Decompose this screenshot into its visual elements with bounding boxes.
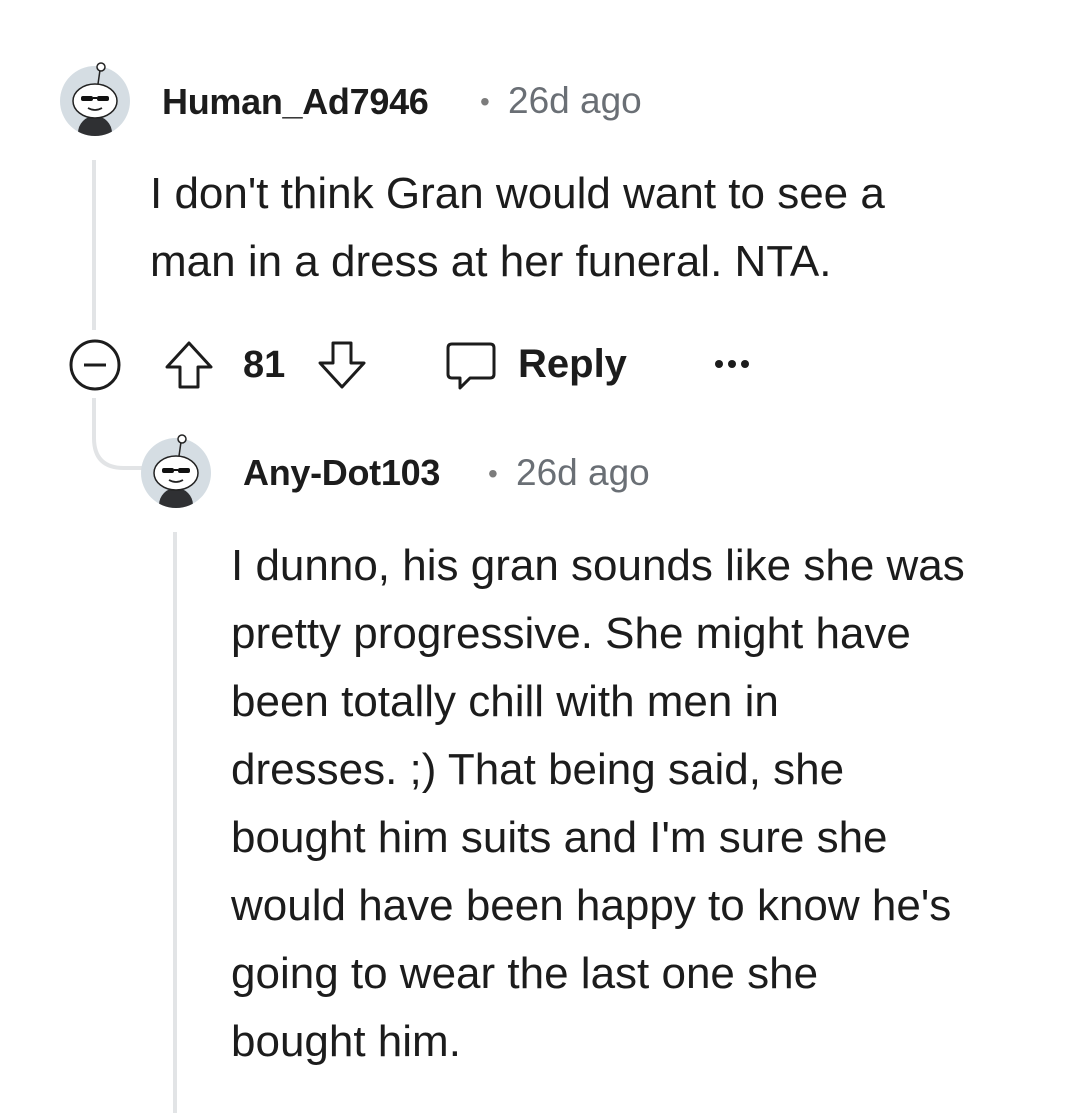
reply-body-line: bought him. bbox=[231, 1017, 461, 1066]
reply-body: I dunno, his gran sounds like she was pr… bbox=[231, 532, 965, 1076]
reply-username[interactable]: Any-Dot103 bbox=[243, 452, 440, 494]
reply-body-line: bought him suits and I'm sure she bbox=[231, 813, 888, 862]
reply-body-line: going to wear the last one she bbox=[231, 949, 819, 998]
thread-line[interactable] bbox=[173, 532, 177, 1113]
meta-separator: • bbox=[488, 458, 498, 489]
reply-body-line: I dunno, his gran sounds like she was bbox=[231, 541, 965, 590]
reply-comment: Any-Dot103 • 26d ago I dunno, his gran s… bbox=[0, 0, 1080, 1113]
reply-body-line: dresses. ;) That being said, she bbox=[231, 745, 845, 794]
snoo-avatar-icon bbox=[141, 434, 211, 508]
reply-body-line: pretty progressive. She might have bbox=[231, 609, 911, 658]
reply-body-line: would have been happy to know he's bbox=[231, 881, 952, 930]
reply-body-line: been totally chill with men in bbox=[231, 677, 779, 726]
avatar[interactable] bbox=[138, 432, 214, 508]
reply-timestamp: 26d ago bbox=[516, 452, 650, 493]
